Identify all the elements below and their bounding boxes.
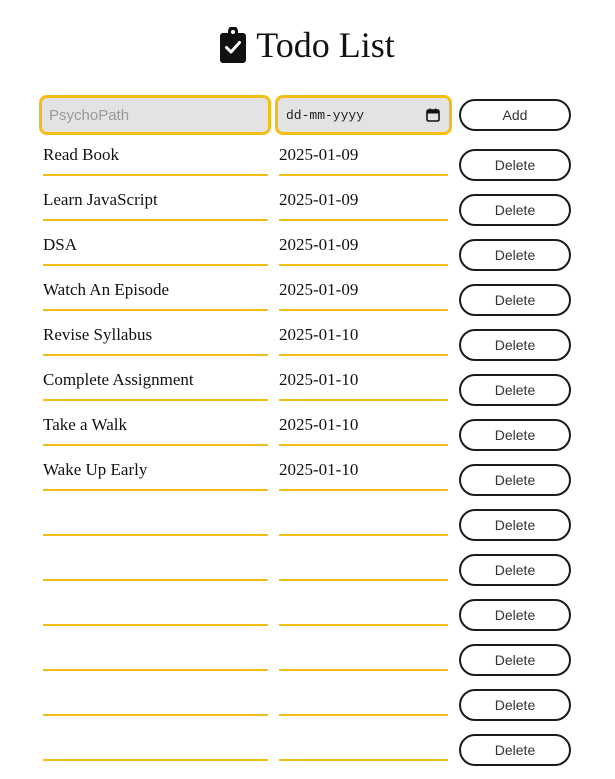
todo-name: DSA xyxy=(43,234,268,266)
page-header: Todo List xyxy=(0,24,615,66)
todo-row: Delete xyxy=(0,729,615,774)
todo-row: Watch An Episode 2025-01-09 Delete xyxy=(0,279,615,324)
delete-button[interactable]: Delete xyxy=(459,644,571,676)
todo-name xyxy=(43,549,268,581)
todo-date xyxy=(279,639,448,671)
todo-row: Delete xyxy=(0,684,615,729)
todo-date: 2025-01-09 xyxy=(279,189,448,221)
todo-name xyxy=(43,594,268,626)
todo-row: Wake Up Early 2025-01-10 Delete xyxy=(0,459,615,504)
todo-date: 2025-01-09 xyxy=(279,144,448,176)
todo-row: Complete Assignment 2025-01-10 Delete xyxy=(0,369,615,414)
date-input[interactable]: dd-mm-yyyy xyxy=(275,95,452,135)
todo-date xyxy=(279,594,448,626)
todo-row: Delete xyxy=(0,504,615,549)
add-button[interactable]: Add xyxy=(459,99,571,131)
todo-date: 2025-01-09 xyxy=(279,234,448,266)
delete-button[interactable]: Delete xyxy=(459,689,571,721)
todo-date xyxy=(279,729,448,761)
delete-button[interactable]: Delete xyxy=(459,599,571,631)
todo-name: Learn JavaScript xyxy=(43,189,268,221)
todo-date: 2025-01-10 xyxy=(279,324,448,356)
todo-date: 2025-01-09 xyxy=(279,279,448,311)
todo-name: Wake Up Early xyxy=(43,459,268,491)
todo-name xyxy=(43,729,268,761)
todo-row: Delete xyxy=(0,594,615,639)
todo-date xyxy=(279,549,448,581)
todo-row: Delete xyxy=(0,549,615,594)
todo-row: Read Book 2025-01-09 Delete xyxy=(0,144,615,189)
todo-name: Read Book xyxy=(43,144,268,176)
clipboard-check-icon xyxy=(220,27,247,63)
todo-name: Take a Walk xyxy=(43,414,268,446)
delete-button[interactable]: Delete xyxy=(459,509,571,541)
todo-date: 2025-01-10 xyxy=(279,459,448,491)
delete-button[interactable]: Delete xyxy=(459,149,571,181)
delete-button[interactable]: Delete xyxy=(459,734,571,766)
todo-name: Complete Assignment xyxy=(43,369,268,401)
todo-name: Watch An Episode xyxy=(43,279,268,311)
delete-button[interactable]: Delete xyxy=(459,194,571,226)
todo-row: Take a Walk 2025-01-10 Delete xyxy=(0,414,615,459)
delete-button[interactable]: Delete xyxy=(459,554,571,586)
todo-date xyxy=(279,504,448,536)
todo-date: 2025-01-10 xyxy=(279,369,448,401)
page-title: Todo List xyxy=(256,25,395,65)
delete-button[interactable]: Delete xyxy=(459,284,571,316)
todo-row: Learn JavaScript 2025-01-09 Delete xyxy=(0,189,615,234)
task-input[interactable] xyxy=(39,95,271,135)
date-placeholder: dd-mm-yyyy xyxy=(286,107,365,123)
todo-name xyxy=(43,639,268,671)
todo-name: Revise Syllabus xyxy=(43,324,268,356)
todo-date: 2025-01-10 xyxy=(279,414,448,446)
todo-row: Revise Syllabus 2025-01-10 Delete xyxy=(0,324,615,369)
todo-name xyxy=(43,504,268,536)
delete-button[interactable]: Delete xyxy=(459,374,571,406)
delete-button[interactable]: Delete xyxy=(459,329,571,361)
todo-date xyxy=(279,684,448,716)
calendar-icon[interactable] xyxy=(426,108,440,122)
delete-button[interactable]: Delete xyxy=(459,464,571,496)
todo-name xyxy=(43,684,268,716)
delete-button[interactable]: Delete xyxy=(459,419,571,451)
todo-row: Delete xyxy=(0,639,615,684)
delete-button[interactable]: Delete xyxy=(459,239,571,271)
todo-row: DSA 2025-01-09 Delete xyxy=(0,234,615,279)
